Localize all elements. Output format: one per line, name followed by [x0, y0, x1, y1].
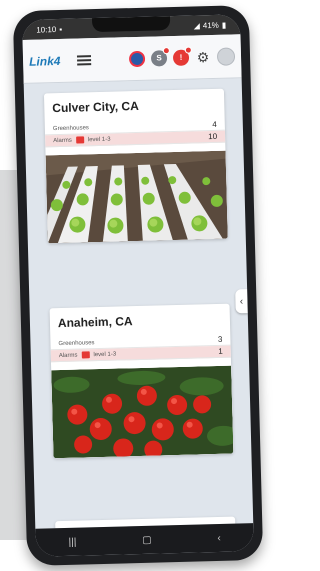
stage: 10:10 ▪ ◢ 41% ▮ Link4 S ! ⚙ Culver City,… [0, 0, 268, 571]
phone-screen: 10:10 ▪ ◢ 41% ▮ Link4 S ! ⚙ Culver City,… [22, 14, 254, 557]
alarm-flag-icon [75, 136, 84, 144]
greenhouses-count: 4 [212, 119, 217, 129]
site-badge-icon[interactable] [128, 50, 146, 67]
alarms-label: Alarms [53, 137, 72, 144]
alarms-left: Alarms level 1-3 [53, 136, 111, 144]
location-card-anaheim[interactable]: Anaheim, CA Greenhouses 3 Alarms level 1… [49, 303, 234, 459]
location-title: Anaheim, CA [57, 314, 133, 331]
header-spacer [97, 59, 123, 60]
hamburger-menu-icon[interactable] [76, 54, 92, 66]
s-badge-label: S [156, 53, 162, 63]
status-time: 10:10 [36, 24, 57, 35]
greenhouse-tomato-photo [51, 365, 234, 459]
status-left: 10:10 ▪ [36, 24, 62, 34]
battery-icon: ▮ [221, 20, 227, 30]
chevron-left-icon[interactable]: ‹ [235, 289, 248, 314]
alarms-label: Alarms [58, 352, 78, 359]
tomato-image [51, 365, 234, 459]
notification-dot-icon [162, 46, 170, 54]
greenhouses-label: Greenhouses [52, 124, 89, 132]
alarms-left: Alarms level 1-3 [59, 351, 117, 359]
logo-text: Link4 [28, 53, 61, 69]
alarms-count: 1 [218, 346, 223, 356]
alarms-count: 10 [208, 131, 218, 142]
phone-frame: 10:10 ▪ ◢ 41% ▮ Link4 S ! ⚙ Culver City,… [12, 5, 264, 566]
lettuce-rows-image [45, 150, 228, 244]
app-header: Link4 S ! ⚙ [22, 34, 242, 84]
gear-icon[interactable]: ⚙ [195, 49, 211, 65]
greenhouses-label: Greenhouses [58, 339, 95, 347]
link4-logo[interactable]: Link4 [29, 53, 71, 68]
location-title: Culver City, CA [52, 98, 139, 116]
alert-badge-button[interactable]: ! [172, 46, 192, 66]
alarm-level: level 1-3 [87, 136, 111, 143]
avatar[interactable] [216, 46, 236, 66]
greenhouse-lettuce-photo [45, 150, 228, 244]
home-icon[interactable]: ▢ [142, 534, 152, 545]
greenhouses-count: 3 [217, 334, 223, 344]
status-right: ◢ 41% ▮ [194, 20, 227, 30]
notification-dot-icon [184, 46, 192, 54]
alarm-flag-icon [81, 351, 90, 359]
recent-apps-icon[interactable]: ||| [68, 536, 76, 547]
notification-icon: ▪ [59, 24, 63, 34]
back-icon[interactable]: ‹ [217, 532, 221, 543]
system-nav-bar: ||| ▢ ‹ [35, 523, 254, 557]
location-list: Culver City, CA Greenhouses 4 Alarms lev… [24, 78, 254, 529]
battery-level: 41% [202, 20, 219, 30]
camera-notch [91, 16, 171, 33]
signal-icon: ◢ [193, 20, 200, 30]
alarm-level: level 1-3 [93, 351, 117, 358]
location-card-culver-city[interactable]: Culver City, CA Greenhouses 4 Alarms lev… [43, 88, 228, 244]
alert-badge-label: ! [179, 52, 183, 62]
s-badge-button[interactable]: S [150, 46, 170, 67]
